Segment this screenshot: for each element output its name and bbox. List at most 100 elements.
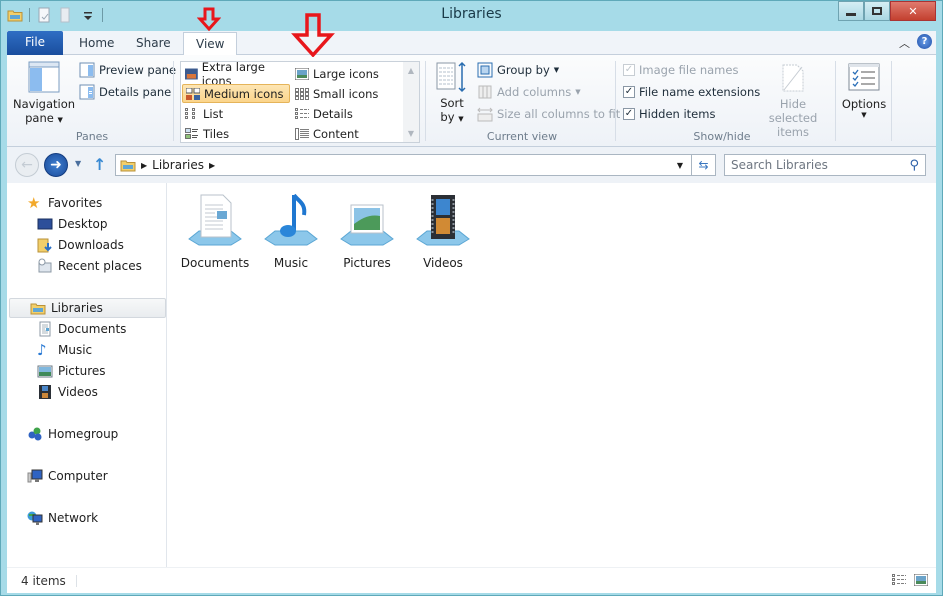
sidebar-item-pictures[interactable]: Pictures (7, 361, 106, 381)
details-view-icon[interactable] (892, 574, 906, 586)
search-input[interactable]: Search Libraries ⚲ (724, 154, 926, 176)
sidebar-label: Videos (58, 385, 98, 399)
layout-gallery: Extra large icons Large icons Medium ico… (180, 60, 420, 143)
computer-icon (27, 469, 43, 483)
up-arrow-icon[interactable]: ↑ (93, 155, 106, 174)
maximize-button[interactable] (864, 1, 890, 21)
back-button[interactable]: ← (15, 153, 39, 177)
sidebar-item-documents[interactable]: Documents (7, 319, 126, 339)
layout-medium-icons[interactable]: Medium icons (182, 84, 290, 103)
address-toolbar: ← ➜ ▼ ↑ ▶ Libraries ▶ ▼ ⇆ Search Librari… (7, 147, 936, 183)
hide-selected-items-button[interactable]: Hide selected items (755, 63, 831, 139)
sidebar-item-music[interactable]: ♪ Music (7, 340, 92, 360)
layout-tiles[interactable]: Tiles (182, 124, 290, 143)
hide-selected-label: Hide selected (768, 97, 818, 125)
sidebar-item-computer[interactable]: Computer (7, 466, 108, 486)
checkbox-checked-icon: ✓ (623, 108, 635, 120)
sidebar-item-network[interactable]: Network (7, 508, 98, 528)
sidebar-item-favorites[interactable]: ★ Favorites (7, 193, 102, 213)
tab-view[interactable]: View (183, 32, 238, 56)
group-by-label: Group by (497, 63, 550, 77)
minimize-ribbon-icon[interactable]: ︿ (899, 35, 910, 51)
help-icon[interactable]: ? (917, 34, 932, 49)
navigation-pane-label: Navigation (13, 97, 76, 111)
layout-label: Content (313, 126, 359, 141)
library-item-music[interactable]: Music (255, 191, 327, 270)
tab-file[interactable]: File (7, 31, 63, 55)
file-name-extensions-label: File name extensions (639, 85, 761, 99)
sidebar-item-desktop[interactable]: Desktop (7, 214, 108, 234)
options-label: Options (841, 97, 887, 111)
tab-home[interactable]: Home (67, 32, 126, 55)
file-name-extensions-checkbox[interactable]: ✓ File name extensions (623, 85, 760, 99)
layout-details[interactable]: Details (292, 104, 400, 123)
layout-extra-large-icons[interactable]: Extra large icons (182, 60, 290, 88)
size-columns-label: Size all columns to fit (497, 107, 621, 121)
layout-label: Small icons (313, 86, 379, 101)
recent-locations-dropdown-icon[interactable]: ▼ (75, 159, 81, 168)
library-label: Music (273, 256, 309, 270)
breadcrumb-libraries[interactable]: Libraries (152, 158, 204, 172)
main-area: ★ Favorites Desktop Downloads Recent pla… (7, 183, 936, 567)
options-icon (848, 63, 880, 91)
dropdown-arrow-icon: ▼ (575, 88, 581, 96)
layout-small-icons[interactable]: Small icons (292, 84, 400, 103)
sidebar-item-videos[interactable]: Videos (7, 382, 98, 402)
library-item-documents[interactable]: Documents (179, 191, 251, 270)
library-item-videos[interactable]: Videos (407, 191, 479, 270)
preview-pane-icon (79, 62, 95, 78)
dropdown-arrow-icon: ▼ (57, 116, 63, 124)
navigation-pane-button[interactable]: Navigation pane ▼ (13, 61, 75, 125)
image-file-names-label: Image file names (639, 63, 739, 77)
navigation-pane-icon (28, 61, 60, 93)
image-file-names-checkbox[interactable]: ✓ Image file names (623, 63, 738, 77)
gallery-scrollbar[interactable]: ▲ ▼ (403, 62, 419, 142)
sidebar-label: Network (48, 511, 99, 525)
layout-list[interactable]: List (182, 104, 290, 123)
list-icon (185, 107, 195, 119)
preview-pane-button[interactable]: Preview pane (79, 62, 176, 78)
small-icons-icon (295, 87, 309, 100)
sidebar-item-libraries[interactable]: Libraries (9, 298, 166, 318)
layout-content[interactable]: Content (292, 124, 400, 143)
refresh-icon: ⇆ (698, 158, 709, 172)
sidebar-item-homegroup[interactable]: Homegroup (7, 424, 118, 444)
search-icon[interactable]: ⚲ (909, 158, 919, 173)
layout-large-icons[interactable]: Large icons (292, 64, 400, 83)
scroll-up-icon[interactable]: ▲ (408, 66, 414, 75)
group-by-button[interactable]: Group by ▼ (477, 62, 559, 78)
sidebar-label: Desktop (58, 217, 108, 231)
address-dropdown-icon[interactable]: ▼ (677, 161, 683, 170)
homegroup-icon (28, 427, 42, 441)
forward-arrow-icon: ➜ (50, 157, 62, 173)
library-item-pictures[interactable]: Pictures (331, 191, 403, 270)
large-icons-view-icon[interactable] (913, 573, 929, 587)
sidebar-item-recent-places[interactable]: Recent places (7, 256, 142, 276)
options-button[interactable]: Options ▼ (841, 63, 887, 119)
library-label: Pictures (343, 256, 391, 270)
breadcrumb-separator-icon[interactable]: ▶ (209, 161, 215, 170)
minimize-button[interactable] (838, 1, 864, 21)
tab-share[interactable]: Share (124, 32, 183, 55)
hidden-items-checkbox[interactable]: ✓ Hidden items (623, 107, 715, 121)
refresh-button[interactable]: ⇆ (692, 154, 716, 176)
sidebar-label: Pictures (58, 364, 106, 378)
sidebar-label: Downloads (58, 238, 124, 252)
details-pane-button[interactable]: Details pane (79, 84, 171, 100)
size-columns-button[interactable]: Size all columns to fit (477, 106, 620, 122)
sidebar-label: Computer (48, 469, 108, 483)
sidebar-label: Libraries (51, 301, 103, 315)
hidden-items-label: Hidden items (639, 107, 716, 121)
recent-places-icon (38, 258, 52, 273)
pictures-library-icon (340, 204, 394, 246)
status-separator (75, 574, 77, 587)
address-bar[interactable]: ▶ Libraries ▶ ▼ (115, 154, 692, 176)
close-button[interactable]: ✕ (890, 1, 936, 21)
scroll-down-icon[interactable]: ▼ (408, 129, 414, 138)
forward-button[interactable]: ➜ (44, 153, 68, 177)
sidebar-item-downloads[interactable]: Downloads (7, 235, 124, 255)
breadcrumb-separator-icon[interactable]: ▶ (141, 161, 147, 170)
sort-by-button[interactable]: Sort by ▼ (435, 61, 469, 124)
add-columns-button[interactable]: Add columns ▼ (477, 84, 581, 100)
maximize-icon (872, 7, 882, 15)
